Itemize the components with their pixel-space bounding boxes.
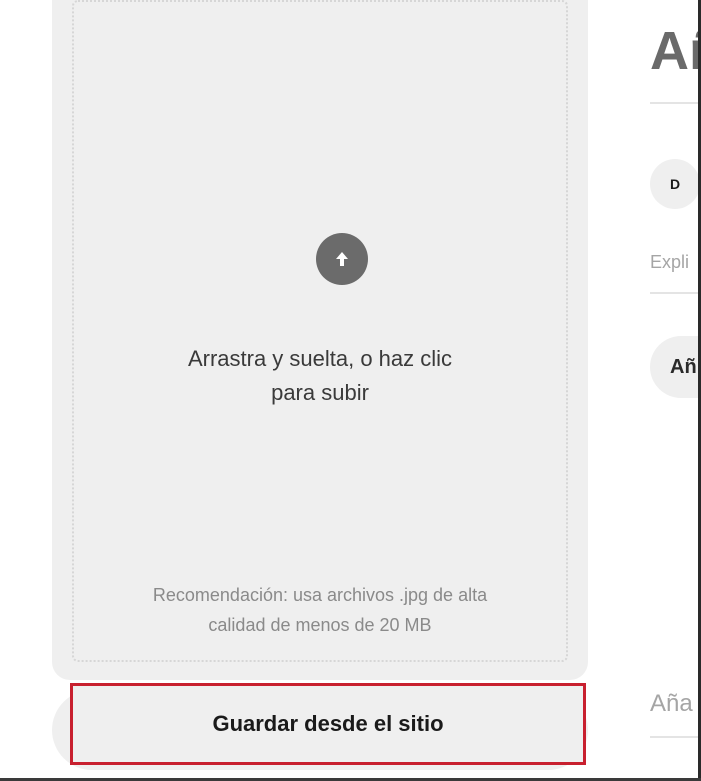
pin-title-field[interactable]: Añ	[650, 20, 701, 82]
title-underline	[650, 102, 701, 104]
description-underline	[650, 292, 701, 294]
upload-recommendation-line2: calidad de menos de 20 MB	[208, 615, 432, 635]
add-button[interactable]: Añ	[650, 336, 701, 398]
drop-instructions: Arrastra y suelta, o haz clic para subir	[74, 342, 566, 410]
arrow-up-icon[interactable]	[316, 233, 368, 285]
drop-instructions-line1: Arrastra y suelta, o haz clic	[187, 346, 453, 371]
pin-builder-page: Arrastra y suelta, o haz clic para subir…	[0, 0, 701, 781]
upload-card[interactable]: Arrastra y suelta, o haz clic para subir…	[52, 0, 588, 680]
avatar: D	[650, 159, 700, 209]
save-from-site-button[interactable]: Guardar desde el sitio	[70, 683, 586, 765]
drop-instructions-line2: para subir	[271, 380, 369, 405]
upload-dropzone[interactable]: Arrastra y suelta, o haz clic para subir…	[72, 0, 568, 662]
link-field[interactable]: Aña	[650, 690, 693, 718]
link-underline	[650, 736, 701, 738]
description-field[interactable]: Expli	[650, 252, 689, 273]
upload-recommendation-line1: Recomendación: usa archivos .jpg de alta	[152, 585, 488, 605]
upload-recommendation: Recomendación: usa archivos .jpg de alta…	[104, 580, 536, 640]
